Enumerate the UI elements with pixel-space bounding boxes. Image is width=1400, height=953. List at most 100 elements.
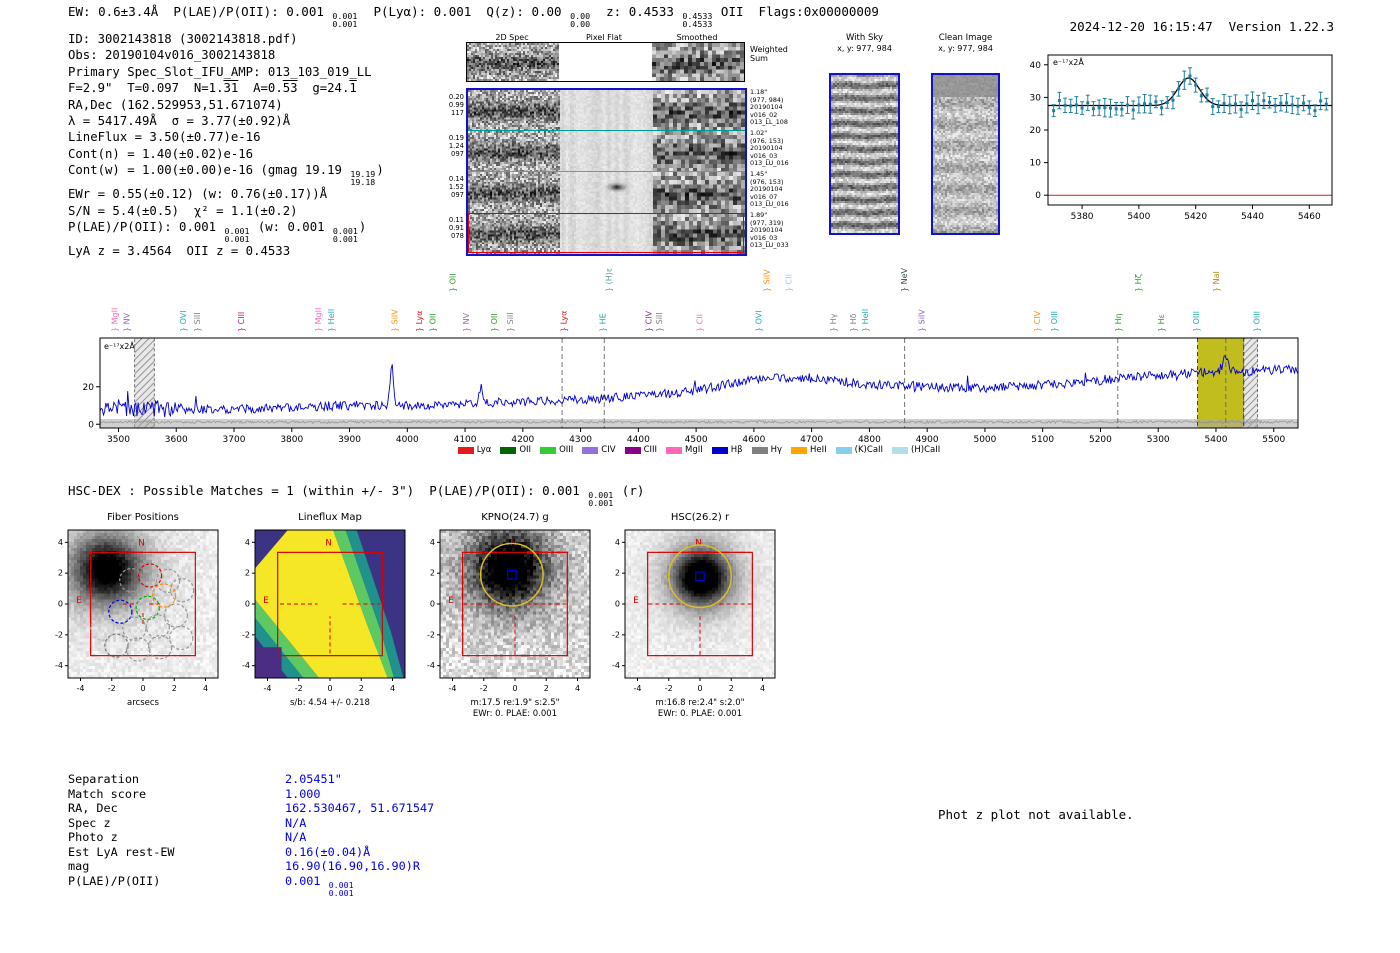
weighted-smoothed-image: [652, 43, 744, 81]
fiber-circle: [126, 637, 151, 662]
legend-label: OII: [519, 445, 532, 455]
legend-swatch: [624, 446, 641, 454]
data-points: [1051, 67, 1329, 120]
cutout-xlabel: s/b: 4.54 +/- 0.218: [290, 698, 370, 708]
fiber-circle: [108, 599, 133, 624]
match-table-value: 0.001 0.001 0.001: [285, 873, 354, 898]
stacked-uncertainty: 0.001 0.001: [588, 490, 614, 508]
fiber-strip-smooth: [653, 172, 745, 213]
fiber-circle: [145, 614, 171, 639]
emission-line-label: } Lyα: [415, 311, 424, 332]
emission-line-label: } NaI: [1212, 271, 1221, 292]
emission-line-label: } MgII: [110, 308, 119, 332]
header-summary-line: EW: 0.6±3.4Å P(LAE)/P(OII): 0.001 0.001 0…: [68, 4, 879, 29]
match-table-value: 162.530467, 51.671547: [285, 801, 435, 816]
fiber-row-left-labels: 0.11 0.91 078: [448, 216, 464, 241]
stacked-uncertainty: 0.001 0.001: [328, 879, 354, 898]
cutout-xlabel: m:17.5 re:1.9" s:2.5": [470, 698, 560, 708]
east-label: E: [448, 596, 454, 606]
emission-line-label: } OVI: [179, 310, 188, 332]
match-table-label: Spec z: [68, 815, 111, 830]
fiber-row-annotations: 1.45" (976, 153) 20190104 v016_07 013_LU_016: [750, 170, 789, 209]
x-tick-label: 5380: [1071, 212, 1094, 222]
emission-line-label: } OII: [429, 313, 438, 332]
fiber-row-left-labels: 0.20 0.99 117: [448, 93, 464, 118]
legend-label: (K)CaII: [854, 445, 884, 455]
match-table-value: 0.16(±0.04)Å: [285, 844, 371, 859]
emission-line-label: } Lyα: [559, 311, 568, 332]
emission-line-label: } Hδ: [849, 313, 858, 332]
elixer-detection-report: EW: 0.6±3.4Å P(LAE)/P(OII): 0.001 0.001 0…: [0, 0, 1400, 953]
emission-line-label: } MgII: [314, 308, 323, 332]
x-tick-label: -2: [480, 684, 488, 693]
match-table: Separation 2.05451" Match score 1.000 RA, De…: [68, 772, 434, 897]
emission-line-label: } Hγ: [829, 313, 838, 332]
legend-item: (K)CaII: [835, 445, 884, 455]
y-tick-label: 0: [615, 600, 620, 609]
stacked-uncertainty: 0.4533 0.4533: [682, 11, 713, 29]
with-sky-panel: With Sky x, y: 977, 984: [829, 33, 900, 237]
match-table-row: Match score 1.000: [68, 786, 321, 802]
fiber-row-left-labels: 0.14 1.52 097: [448, 175, 464, 200]
x-tick-label: 3500: [107, 435, 130, 445]
stacked-uncertainty: 0.001 0.001: [332, 11, 358, 29]
x-tick-label: 2: [544, 684, 549, 693]
x-tick-label: -4: [77, 684, 85, 693]
cutout-sublabel: EWr: 0. PLAE: 0.001: [657, 709, 743, 719]
match-table-row: P(LAE)/P(OII) 0.001 0.001 0.001: [68, 874, 354, 897]
emission-line-label: } OVI: [754, 310, 763, 332]
info-line-3: F=2.9" T=0.097 N=1.31 A=0.53 g=24.1: [68, 81, 357, 96]
legend-swatch: [500, 446, 517, 454]
cutout-sublabel: EWr: 0. PLAE: 0.001: [472, 709, 558, 719]
fiber-circle: [169, 625, 194, 651]
spectrum-legend: Lyα OII OIII CIV CIII MgII Hβ Hγ HeII (K)CaII (H)C…: [100, 445, 1298, 455]
match-table-label: mag: [68, 859, 90, 874]
x-tick-label: 4600: [742, 435, 765, 445]
legend-item: CIII: [624, 445, 657, 455]
match-table-label: Photo z: [68, 830, 118, 845]
x-tick-label: 3800: [280, 435, 303, 445]
match-table-value: 16.90(16.90,16.90)R: [285, 859, 420, 874]
fiber-strip-flat: [560, 90, 653, 131]
legend-swatch: [791, 446, 808, 454]
match-table-label: RA, Dec: [68, 801, 118, 816]
match-table-row: RA, Dec 162.530467, 51.671547: [68, 801, 434, 816]
legend-label: Hβ: [730, 445, 743, 455]
match-table-label: Match score: [68, 786, 147, 801]
cutout-xlabel: m:16.8 re:2.4" s:2.0": [655, 698, 745, 708]
cutout-hsc_r: HSC(26.2) r -4 -4 -2 -2 0 0 2 2 4 4 N Em:16.8 re:2.4…: [595, 506, 805, 731]
match-table-value: N/A: [285, 830, 307, 845]
y-tick-label: -4: [612, 661, 620, 670]
x-tick-label: 4: [390, 684, 395, 693]
info-line-5: λ = 5417.49Å σ = 3.77(±0.92)Å: [68, 114, 291, 129]
x-tick-label: 3900: [338, 435, 361, 445]
x-tick-label: 5100: [1031, 435, 1054, 445]
legend-swatch: [711, 446, 728, 454]
y-tick-label: 10: [1030, 159, 1042, 169]
spectrum-line: [99, 355, 1299, 418]
x-tick-label: -2: [295, 684, 303, 693]
legend-label: Lyα: [476, 445, 492, 455]
x-tick-label: 0: [512, 684, 517, 693]
clean-image-coords: x, y: 977, 984: [938, 44, 993, 53]
legend-swatch: [666, 446, 683, 454]
stacked-uncertainty: 0.00 0.00: [570, 11, 591, 29]
emission-line-label: } NeV: [900, 267, 909, 292]
emission-line-label: } OII: [490, 313, 499, 332]
legend-swatch: [540, 446, 557, 454]
legend-item: OIII: [540, 445, 573, 455]
x-tick-label: 4: [760, 684, 765, 693]
legend-item: Lyα: [457, 445, 492, 455]
emission-line-label: } CIV: [1033, 310, 1042, 332]
emission-line-label: } NV: [462, 312, 471, 332]
east-label: E: [633, 596, 639, 606]
x-tick-label: 4300: [569, 435, 592, 445]
emission-line-label: } HeII: [861, 309, 870, 332]
legend-label: CIV: [601, 445, 616, 455]
emission-line-label: } CIV: [645, 310, 654, 332]
emission-line-label: } OIII: [1252, 311, 1261, 332]
emission-line-label: } (H)ε: [604, 268, 613, 292]
legend-label: Hγ: [770, 445, 783, 455]
fiber-strip-smooth: [653, 90, 745, 131]
x-tick-label: 4000: [396, 435, 419, 445]
